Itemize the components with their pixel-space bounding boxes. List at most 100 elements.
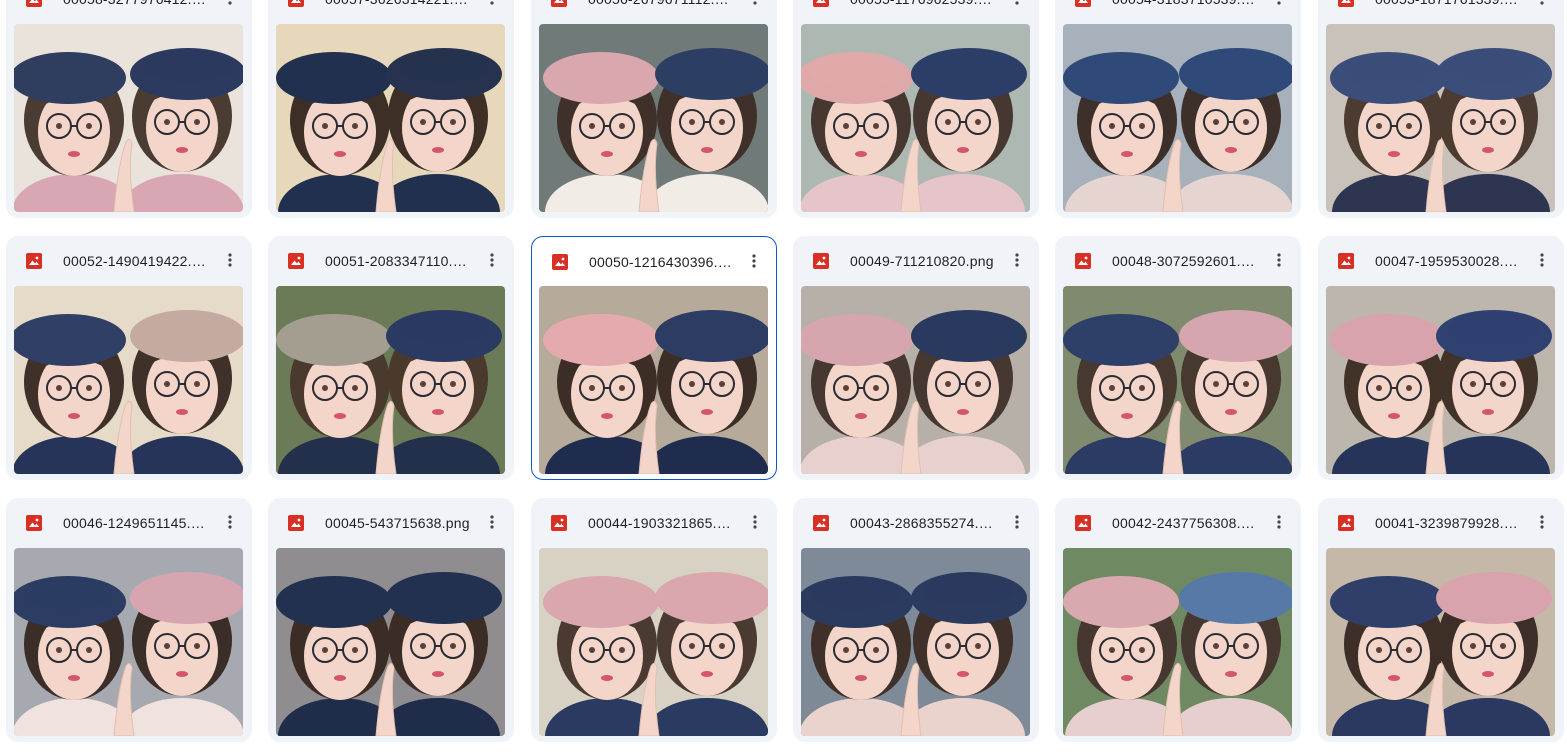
more-actions-button[interactable] [216, 246, 244, 274]
file-card[interactable]: 00047-1959530028.png [1318, 236, 1564, 480]
file-card[interactable]: 00056-2679671112.png [531, 0, 777, 218]
more-actions-button[interactable] [1003, 0, 1031, 12]
file-name: 00045-543715638.png [325, 515, 470, 531]
more-actions-button[interactable] [1003, 508, 1031, 536]
image-thumbnail[interactable] [1326, 286, 1555, 474]
image-file-icon [288, 253, 304, 269]
file-card-header: 00049-711210820.png [793, 236, 1039, 286]
more-actions-button[interactable] [478, 0, 506, 12]
file-card-header: 00048-3072592601.png [1055, 236, 1301, 286]
file-name: 00048-3072592601.png [1112, 253, 1258, 269]
image-thumbnail[interactable] [539, 548, 768, 736]
file-card-header: 00056-2679671112.png [531, 0, 777, 24]
image-thumbnail[interactable] [1063, 548, 1292, 736]
file-card[interactable]: 00049-711210820.png [793, 236, 1039, 480]
more-actions-button[interactable] [478, 508, 506, 536]
image-thumbnail[interactable] [14, 286, 243, 474]
file-card-header: 00044-1903321865.png [531, 498, 777, 548]
file-card[interactable]: 00050-1216430396.png [531, 236, 777, 480]
more-vert-icon [228, 253, 232, 267]
file-name: 00043-2868355274.png [850, 515, 996, 531]
image-thumbnail[interactable] [276, 24, 505, 212]
image-file-icon [1338, 515, 1354, 531]
image-file-icon [1338, 253, 1354, 269]
file-card-header: 00052-1490419422.png [6, 236, 252, 286]
file-card-header: 00050-1216430396.png [532, 237, 776, 287]
image-thumbnail[interactable] [276, 548, 505, 736]
file-card-header: 00046-1249651145.png [6, 498, 252, 548]
file-card[interactable]: 00055-1176962539.png [793, 0, 1039, 218]
file-name: 00051-2083347110.png [325, 253, 471, 269]
more-vert-icon [1540, 253, 1544, 267]
more-actions-button[interactable] [1003, 246, 1031, 274]
image-file-icon [26, 515, 42, 531]
file-card[interactable]: 00057-3626314221.png [268, 0, 514, 218]
file-card[interactable]: 00052-1490419422.png [6, 236, 252, 480]
file-name: 00044-1903321865.png [588, 515, 734, 531]
image-thumbnail[interactable] [1326, 548, 1555, 736]
image-thumbnail[interactable] [14, 548, 243, 736]
more-vert-icon [1015, 253, 1019, 267]
image-thumbnail[interactable] [14, 24, 243, 212]
image-thumbnail[interactable] [1063, 286, 1292, 474]
more-actions-button[interactable] [216, 0, 244, 12]
file-grid: 00058-3277976412.png 00057-3626314221.png… [0, 0, 1567, 752]
file-card[interactable]: 00053-1871761339.png [1318, 0, 1564, 218]
file-name: 00054-3183710539.png [1112, 0, 1258, 10]
image-thumbnail[interactable] [801, 286, 1030, 474]
file-card-header: 00051-2083347110.png [268, 236, 514, 286]
file-name: 00057-3626314221.png [325, 0, 471, 10]
image-file-icon [288, 0, 304, 7]
image-thumbnail[interactable] [1063, 24, 1292, 212]
more-vert-icon [1540, 515, 1544, 529]
file-card[interactable]: 00048-3072592601.png [1055, 236, 1301, 480]
file-card[interactable]: 00042-2437756308.png [1055, 498, 1301, 742]
more-vert-icon [490, 253, 494, 267]
image-file-icon [26, 253, 42, 269]
more-vert-icon [1540, 1, 1544, 5]
file-name: 00041-3239879928.png [1375, 515, 1521, 531]
file-card[interactable]: 00054-3183710539.png [1055, 0, 1301, 218]
file-card-header: 00041-3239879928.png [1318, 498, 1564, 548]
image-thumbnail[interactable] [801, 548, 1030, 736]
file-card[interactable]: 00043-2868355274.png [793, 498, 1039, 742]
image-thumbnail[interactable] [1326, 24, 1555, 212]
file-card-header: 00058-3277976412.png [6, 0, 252, 24]
image-file-icon [1075, 515, 1091, 531]
image-file-icon [1075, 0, 1091, 7]
more-actions-button[interactable] [1528, 246, 1556, 274]
file-card-header: 00053-1871761339.png [1318, 0, 1564, 24]
file-name: 00050-1216430396.png [589, 254, 735, 270]
file-card[interactable]: 00058-3277976412.png [6, 0, 252, 218]
file-card-header: 00057-3626314221.png [268, 0, 514, 24]
image-file-icon [551, 515, 567, 531]
more-actions-button[interactable] [740, 247, 768, 275]
more-vert-icon [1277, 253, 1281, 267]
file-card-header: 00042-2437756308.png [1055, 498, 1301, 548]
file-card[interactable]: 00046-1249651145.png [6, 498, 252, 742]
more-actions-button[interactable] [1265, 246, 1293, 274]
image-thumbnail[interactable] [801, 24, 1030, 212]
file-card[interactable]: 00041-3239879928.png [1318, 498, 1564, 742]
image-file-icon [813, 0, 829, 7]
image-thumbnail[interactable] [276, 286, 505, 474]
file-name: 00058-3277976412.png [63, 0, 209, 10]
image-thumbnail[interactable] [539, 286, 768, 474]
more-actions-button[interactable] [1528, 0, 1556, 12]
more-actions-button[interactable] [1265, 0, 1293, 12]
more-vert-icon [1277, 515, 1281, 529]
more-actions-button[interactable] [478, 246, 506, 274]
more-actions-button[interactable] [1265, 508, 1293, 536]
more-vert-icon [752, 254, 756, 268]
file-card-header: 00047-1959530028.png [1318, 236, 1564, 286]
more-vert-icon [228, 515, 232, 529]
file-card[interactable]: 00044-1903321865.png [531, 498, 777, 742]
file-card[interactable]: 00051-2083347110.png [268, 236, 514, 480]
more-actions-button[interactable] [741, 0, 769, 12]
more-actions-button[interactable] [1528, 508, 1556, 536]
image-thumbnail[interactable] [539, 24, 768, 212]
file-name: 00046-1249651145.png [63, 515, 209, 531]
more-actions-button[interactable] [741, 508, 769, 536]
file-card[interactable]: 00045-543715638.png [268, 498, 514, 742]
more-actions-button[interactable] [216, 508, 244, 536]
